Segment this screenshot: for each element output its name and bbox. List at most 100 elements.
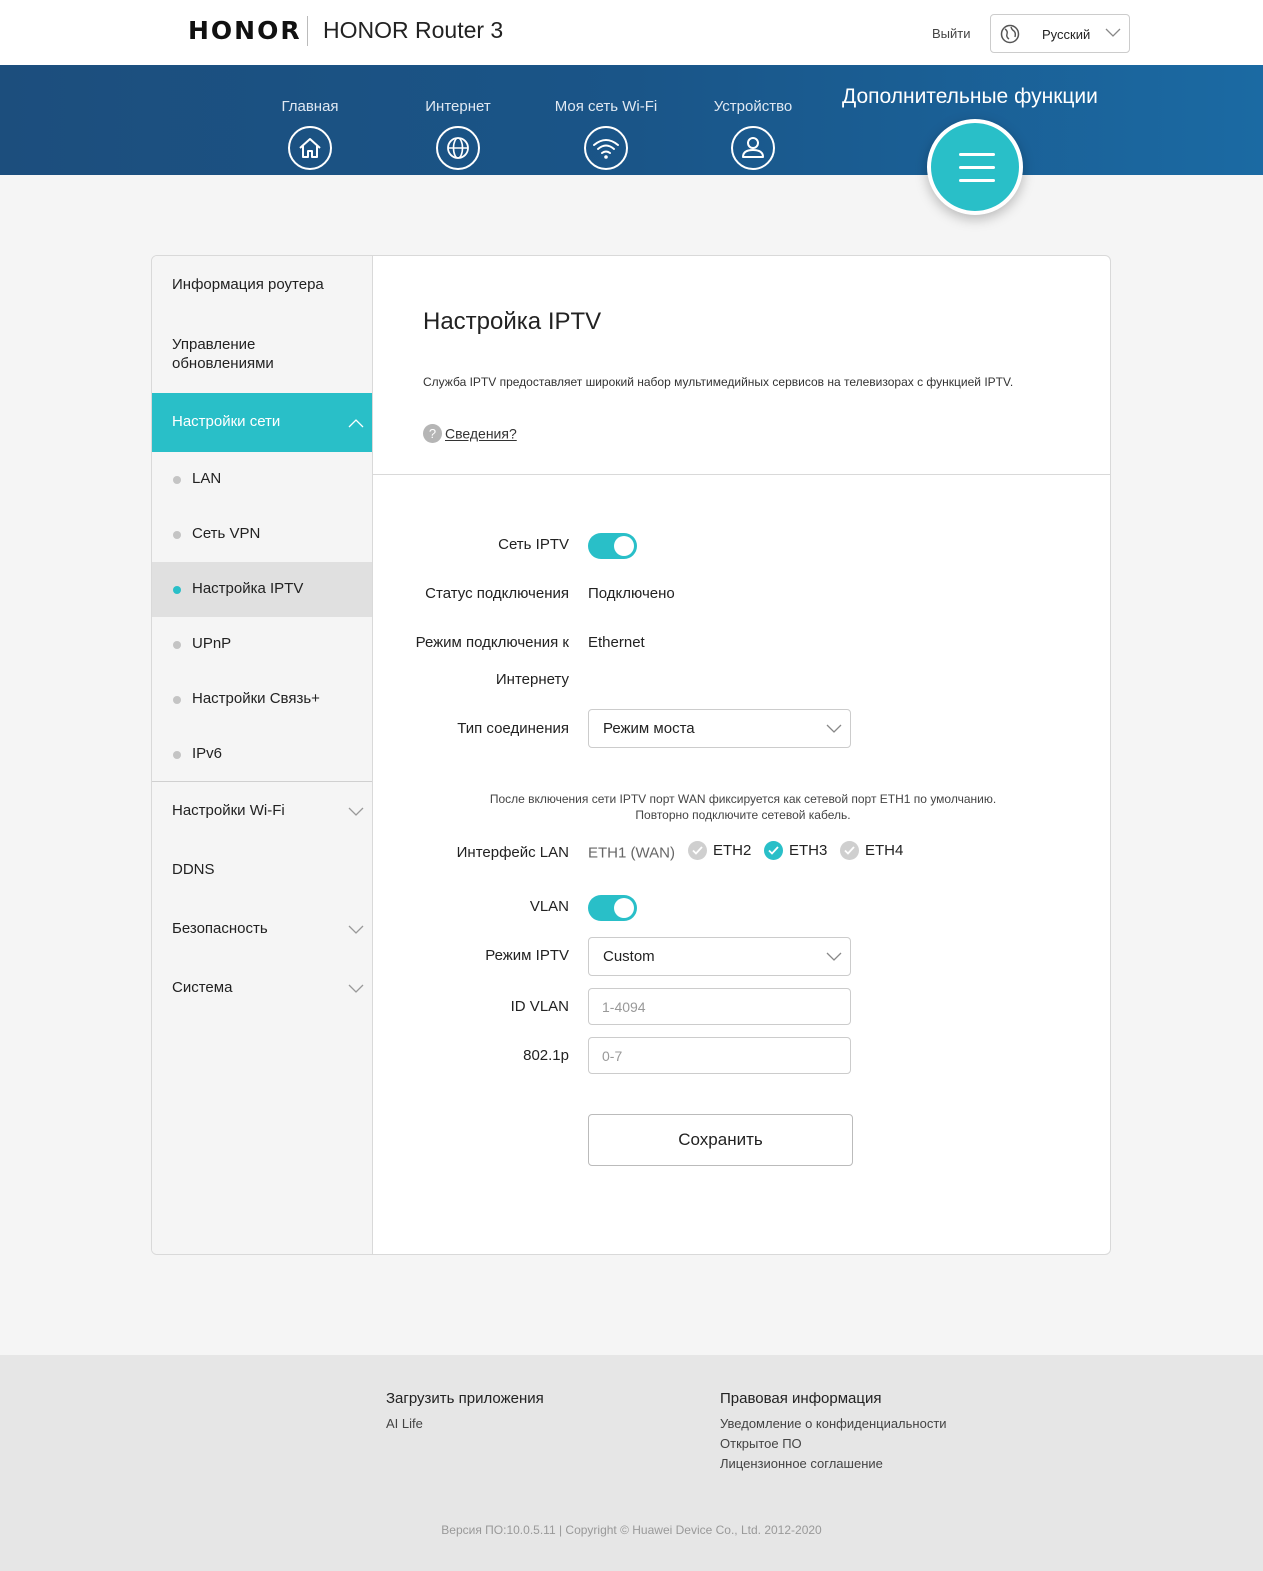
sidebar-subitem-ipv6[interactable]: IPv6 — [152, 727, 372, 782]
vlan-toggle[interactable] — [588, 895, 637, 921]
bullet-icon — [173, 696, 181, 704]
nav-advanced-button[interactable] — [927, 119, 1023, 215]
port-eth3-checkbox[interactable]: ETH3 — [764, 841, 827, 860]
footer-link-license[interactable]: Лицензионное соглашение — [720, 1456, 883, 1471]
sidebar-subitem-label: UPnP — [192, 635, 232, 652]
chevron-down-icon — [826, 952, 842, 961]
sidebar-item-label: Безопасность — [172, 920, 268, 937]
sidebar-item-label: Настройки Wi-Fi — [172, 802, 285, 819]
footer-link-privacy[interactable]: Уведомление о конфиденциальности — [720, 1416, 947, 1431]
connection-type-select[interactable]: Режим моста — [588, 709, 851, 748]
footer: Загрузить приложения AI Life Правовая ин… — [0, 1355, 1263, 1571]
sidebar-subitem-label: Сеть VPN — [192, 525, 261, 542]
globe-icon — [1000, 24, 1020, 44]
sidebar-item-system[interactable]: Система — [152, 979, 372, 996]
vlan-id-input[interactable] — [588, 988, 851, 1025]
chevron-down-icon — [348, 807, 364, 816]
sidebar-subitem-label: IPv6 — [192, 745, 223, 762]
connection-status-label: Статус подключения — [425, 585, 569, 602]
language-select[interactable]: Русский — [990, 14, 1130, 53]
bullet-icon — [173, 641, 181, 649]
sidebar-subitem-upnp[interactable]: UPnP — [152, 617, 372, 672]
sidebar-divider — [152, 781, 372, 782]
sidebar-item-wifi-settings[interactable]: Настройки Wi-Fi — [152, 802, 372, 819]
vlan-label: VLAN — [529, 898, 569, 915]
chevron-down-icon — [1105, 28, 1121, 37]
wan-port-note: После включения сети IPTV порт WAN фикси… — [403, 791, 1083, 823]
port-label: ETH2 — [713, 842, 752, 859]
section-divider — [373, 474, 1110, 475]
chevron-up-icon — [348, 419, 364, 428]
sidebar-item-label: Система — [172, 979, 233, 996]
port-eth1-wan: ETH1 (WAN) — [588, 844, 675, 862]
bullet-icon — [173, 751, 181, 759]
internet-mode-label-line2: Интернету — [495, 671, 569, 688]
top-bar: HONOR HONOR Router 3 Выйти Русский — [0, 0, 1263, 65]
port-label: ETH4 — [865, 842, 904, 859]
sidebar-item-network-settings[interactable]: Настройки сети — [152, 393, 372, 452]
nav-home-label: Главная — [281, 98, 339, 115]
settings-card: Информация роутера Управление обновления… — [151, 255, 1111, 1255]
iptv-mode-label: Режим IPTV — [485, 947, 569, 964]
user-icon — [731, 126, 775, 170]
sidebar-subitem-vpn[interactable]: Сеть VPN — [152, 507, 372, 562]
wan-port-note-line2: Повторно подключите сетевой кабель. — [635, 808, 851, 822]
help-link[interactable]: ? Сведения? — [423, 424, 517, 443]
toggle-knob — [614, 898, 634, 918]
language-label: Русский — [1042, 27, 1091, 42]
footer-copyright: Версия ПО:10.0.5.11 | Copyright © Huawei… — [441, 1523, 822, 1537]
connection-status-value: Подключено — [588, 585, 675, 602]
sidebar-item-ddns[interactable]: DDNS — [152, 861, 372, 878]
sidebar-subitem-label: LAN — [192, 470, 222, 487]
product-name: HONOR Router 3 — [323, 17, 504, 43]
port-eth4-checkbox[interactable]: ETH4 — [840, 841, 903, 860]
sidebar-item-label: Настройки сети — [172, 413, 281, 430]
page-description: Служба IPTV предоставляет широкий набор … — [423, 375, 1014, 389]
help-link-label: Сведения? — [445, 425, 517, 442]
sidebar-subitem-link-plus[interactable]: Настройки Связь+ — [152, 672, 372, 727]
sidebar-item-router-info[interactable]: Информация роутера — [152, 276, 372, 293]
dot1p-label: 802.1p — [523, 1047, 569, 1064]
footer-legal-title: Правовая информация — [720, 1390, 882, 1407]
nav-wifi-label: Моя сеть Wi-Fi — [554, 98, 658, 115]
sidebar-item-security[interactable]: Безопасность — [152, 920, 372, 937]
internet-mode-value: Ethernet — [588, 634, 645, 651]
iptv-network-label: Сеть IPTV — [498, 536, 569, 553]
connection-type-value: Режим моста — [603, 720, 695, 737]
checkbox-checked-icon — [764, 841, 783, 860]
nav-wifi[interactable]: Моя сеть Wi-Fi — [531, 98, 681, 171]
chevron-down-icon — [348, 984, 364, 993]
nav-advanced-label: Дополнительные функции — [842, 85, 1098, 108]
globe-icon — [436, 126, 480, 170]
nav-internet-label: Интернет — [425, 98, 491, 115]
save-button[interactable]: Сохранить — [588, 1114, 853, 1166]
sidebar-item-update-management[interactable]: Управление обновлениями — [152, 335, 352, 373]
footer-apps-title: Загрузить приложения — [386, 1390, 544, 1407]
footer-link-open-source[interactable]: Открытое ПО — [720, 1436, 802, 1451]
brand-logo: HONOR — [188, 16, 302, 45]
sidebar-subitem-iptv[interactable]: Настройка IPTV — [152, 562, 372, 617]
wifi-icon — [584, 126, 628, 170]
iptv-settings-panel: Настройка IPTV Служба IPTV предоставляет… — [373, 256, 1110, 1254]
chevron-down-icon — [348, 925, 364, 934]
iptv-network-toggle[interactable] — [588, 533, 637, 559]
home-icon — [288, 126, 332, 170]
sidebar-subitem-label: Настройка IPTV — [192, 580, 304, 597]
nav-internet[interactable]: Интернет — [383, 98, 533, 171]
nav-home[interactable]: Главная — [235, 98, 385, 171]
wan-port-note-line1: После включения сети IPTV порт WAN фикси… — [489, 792, 997, 806]
dot1p-input[interactable] — [588, 1037, 851, 1074]
nav-device[interactable]: Устройство — [678, 98, 828, 171]
logout-link[interactable]: Выйти — [932, 26, 971, 41]
footer-link-ai-life[interactable]: AI Life — [386, 1416, 423, 1431]
sidebar-subitem-lan[interactable]: LAN — [152, 452, 372, 507]
toggle-knob — [614, 536, 634, 556]
bullet-icon — [173, 531, 181, 539]
bullet-icon — [173, 586, 181, 594]
chevron-down-icon — [826, 724, 842, 733]
iptv-mode-select[interactable]: Custom — [588, 937, 851, 976]
port-eth2-checkbox[interactable]: ETH2 — [688, 841, 751, 860]
sidebar-subitem-label: Настройки Связь+ — [192, 690, 320, 707]
bullet-icon — [173, 476, 181, 484]
connection-type-label: Тип соединения — [457, 720, 569, 737]
